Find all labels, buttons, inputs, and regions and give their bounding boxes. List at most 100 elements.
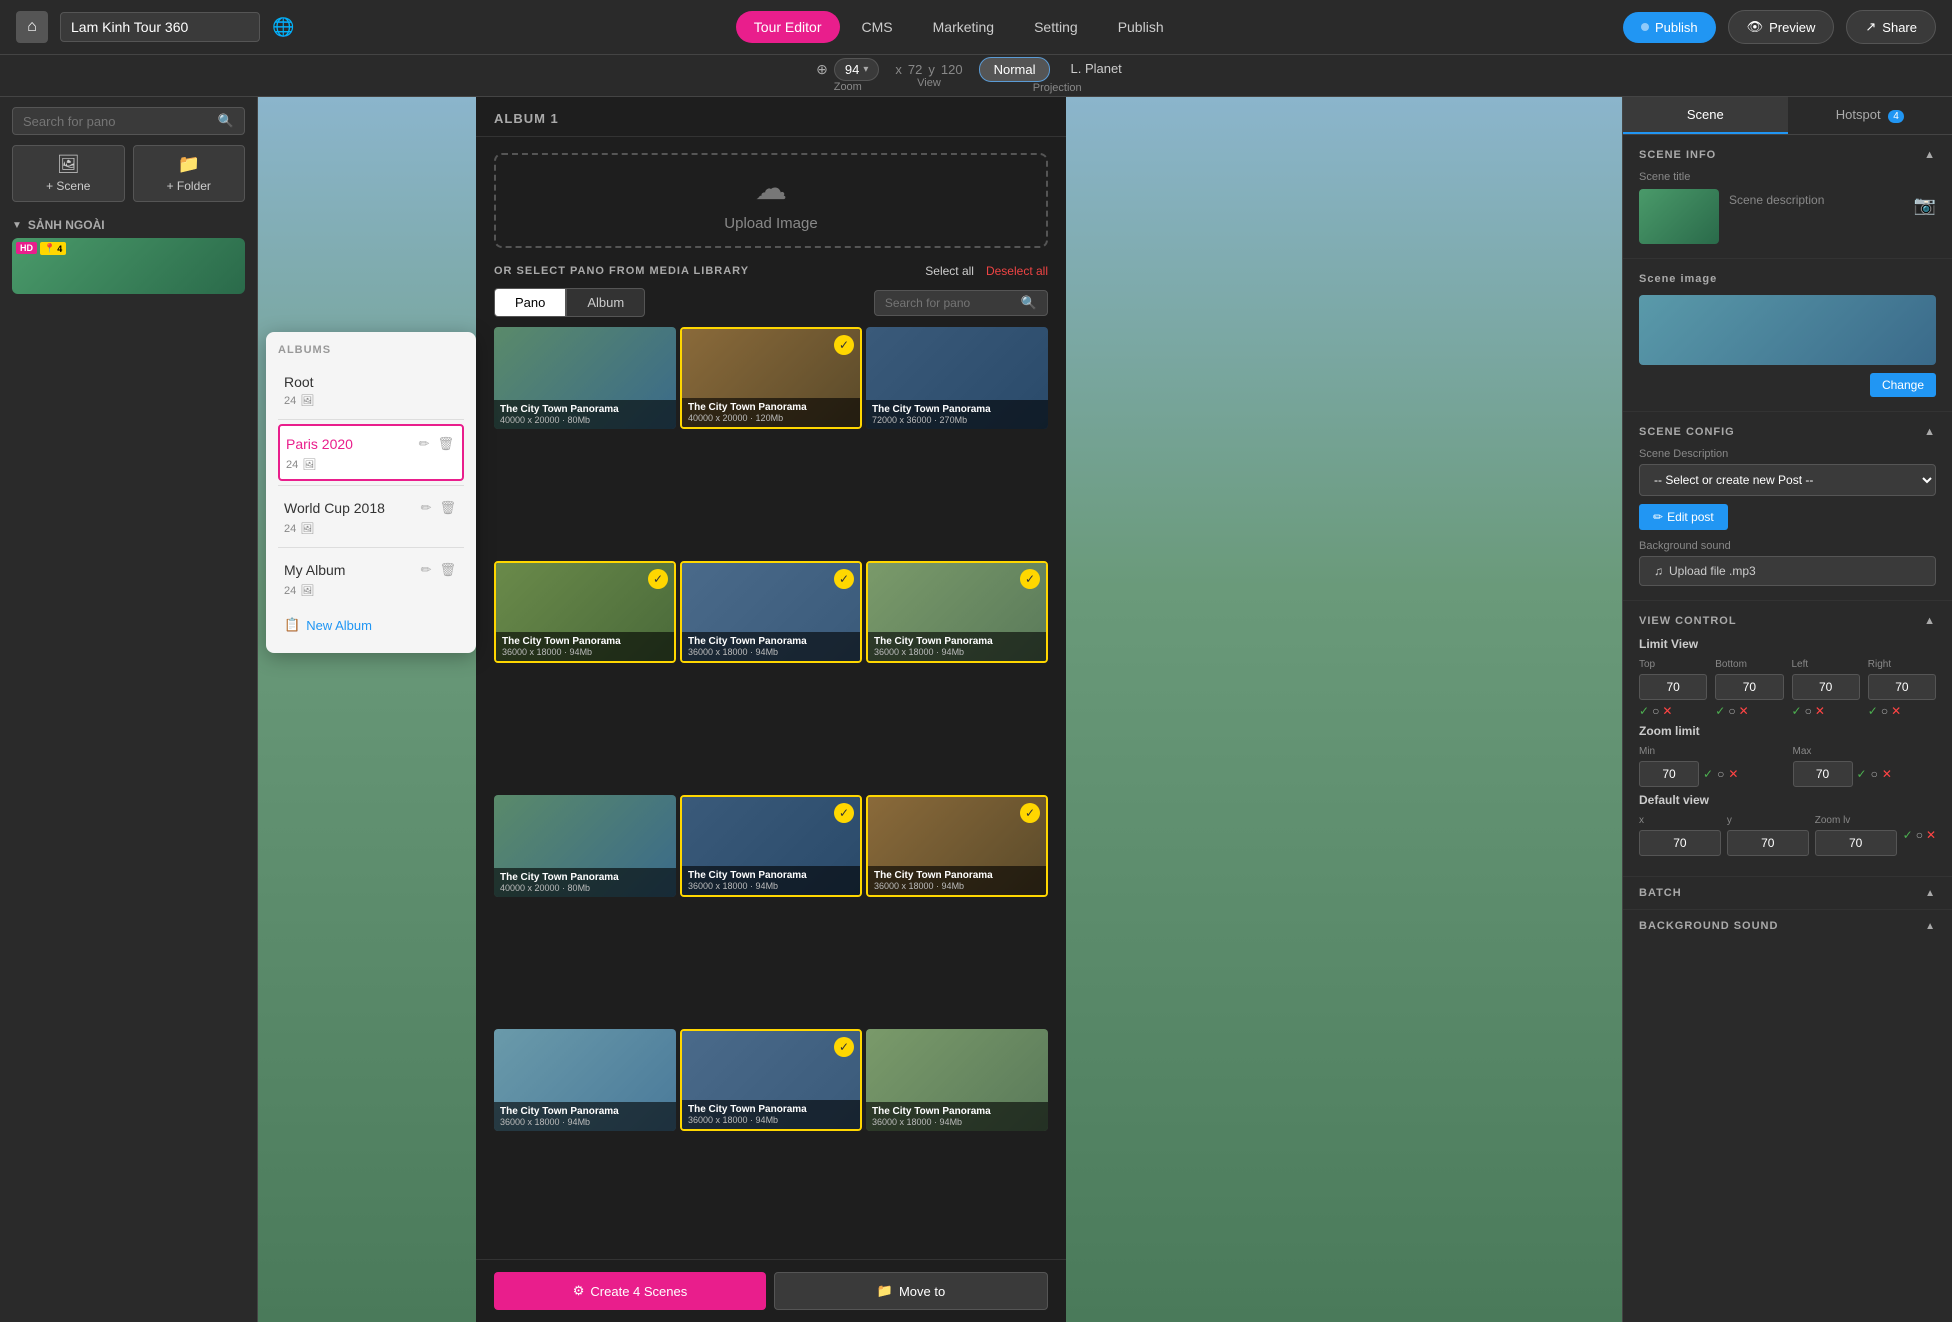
x-icon-default[interactable]: ✕ xyxy=(1926,828,1936,842)
circle-icon-zoom-min[interactable]: ○ xyxy=(1717,767,1724,781)
nav-tab-publish[interactable]: Publish xyxy=(1100,11,1182,43)
check-icon-default[interactable]: ✓ xyxy=(1903,828,1913,842)
x-icon-right[interactable]: ✕ xyxy=(1891,704,1901,718)
add-folder-button[interactable]: 📁 + Folder xyxy=(133,145,246,202)
tab-pano[interactable]: Pano xyxy=(494,288,566,317)
check-icon-zoom-min[interactable]: ✓ xyxy=(1703,767,1713,781)
album-item-myalbum[interactable]: My Album ✏ 🗑 24 🖼 xyxy=(278,552,464,605)
create-scenes-button[interactable]: ⚙ Create 4 Scenes xyxy=(494,1272,766,1310)
limit-left-input[interactable] xyxy=(1792,674,1860,700)
default-view-y-input[interactable] xyxy=(1727,830,1809,856)
collapse-config-icon[interactable]: ▲ xyxy=(1924,426,1936,438)
circle-icon-zoom-max[interactable]: ○ xyxy=(1871,767,1878,781)
delete-album-worldcup-button[interactable]: 🗑 xyxy=(437,498,458,518)
check-icon-bottom[interactable]: ✓ xyxy=(1715,704,1725,718)
tab-album[interactable]: Album xyxy=(566,288,645,317)
nav-tab-tour-editor[interactable]: Tour Editor xyxy=(736,11,840,43)
image-card-4[interactable]: ✓ The City Town Panorama 36000 x 18000 ·… xyxy=(680,561,862,663)
zoom-min-input[interactable] xyxy=(1639,761,1699,787)
projection-group: Normal L. Planet Projection xyxy=(979,57,1136,94)
nav-tab-setting[interactable]: Setting xyxy=(1016,11,1096,43)
search-input[interactable] xyxy=(23,114,212,129)
limit-bottom-input[interactable] xyxy=(1715,674,1783,700)
circle-icon-left[interactable]: ○ xyxy=(1805,704,1812,718)
nav-tab-marketing[interactable]: Marketing xyxy=(915,11,1012,43)
scene-thumbnail[interactable]: HD 📍 4 xyxy=(12,238,245,294)
image-title-5: The City Town Panorama xyxy=(874,636,1040,647)
album-item-paris[interactable]: Paris 2020 ✏ 🗑 24 🖼 xyxy=(278,424,464,481)
scene-image-section: Scene image Change xyxy=(1623,259,1952,412)
tour-title-input[interactable] xyxy=(60,12,260,42)
circle-icon-top[interactable]: ○ xyxy=(1652,704,1659,718)
image-card-8[interactable]: ✓ The City Town Panorama 36000 x 18000 ·… xyxy=(866,795,1048,897)
album-item-worldcup[interactable]: World Cup 2018 ✏ 🗑 24 🖼 xyxy=(278,490,464,543)
check-icon-right[interactable]: ✓ xyxy=(1868,704,1878,718)
globe-icon[interactable]: 🌐 xyxy=(272,17,294,38)
default-view-zoom-input[interactable] xyxy=(1815,830,1897,856)
tab-scene[interactable]: Scene xyxy=(1623,97,1788,134)
preview-button[interactable]: 👁 Preview xyxy=(1728,10,1835,44)
image-card-0[interactable]: The City Town Panorama 40000 x 20000 · 8… xyxy=(494,327,676,429)
deselect-all-button[interactable]: Deselect all xyxy=(986,264,1048,278)
x-icon-zoom-min[interactable]: ✕ xyxy=(1728,767,1738,781)
circle-icon-default[interactable]: ○ xyxy=(1916,828,1923,842)
circle-icon-bottom[interactable]: ○ xyxy=(1728,704,1735,718)
image-card-1[interactable]: ✓ The City Town Panorama 40000 x 20000 ·… xyxy=(680,327,862,429)
check-icon-left[interactable]: ✓ xyxy=(1792,704,1802,718)
upload-mp3-button[interactable]: ♫ Upload file .mp3 xyxy=(1639,556,1936,586)
image-card-5[interactable]: ✓ The City Town Panorama 36000 x 18000 ·… xyxy=(866,561,1048,663)
move-to-button[interactable]: 📁 Move to xyxy=(774,1272,1048,1310)
tab-group: Pano Album xyxy=(494,288,645,317)
search-pano-wrap[interactable]: 🔍 xyxy=(874,290,1048,316)
image-card-11[interactable]: The City Town Panorama 36000 x 18000 · 9… xyxy=(866,1029,1048,1131)
zoom-max-input[interactable] xyxy=(1793,761,1853,787)
planet-projection-btn[interactable]: L. Planet xyxy=(1056,57,1135,82)
collapse-view-icon[interactable]: ▲ xyxy=(1924,615,1936,627)
limit-top-input[interactable] xyxy=(1639,674,1707,700)
image-card-6[interactable]: The City Town Panorama 40000 x 20000 · 8… xyxy=(494,795,676,897)
bg-sound-label: Background sound xyxy=(1639,540,1936,552)
edit-post-button[interactable]: ✏ Edit post xyxy=(1639,504,1728,530)
check-icon-top[interactable]: ✓ xyxy=(1639,704,1649,718)
batch-title[interactable]: BATCH ▲ xyxy=(1639,887,1936,899)
search-pano-input[interactable] xyxy=(885,296,1015,310)
image-card-2[interactable]: The City Town Panorama 72000 x 36000 · 2… xyxy=(866,327,1048,429)
delete-album-paris-button[interactable]: 🗑 xyxy=(435,434,456,454)
default-view-x-input[interactable] xyxy=(1639,830,1721,856)
x-icon-bottom[interactable]: ✕ xyxy=(1739,704,1749,718)
collapse-icon[interactable]: ▲ xyxy=(1924,149,1936,161)
limit-right-input[interactable] xyxy=(1868,674,1936,700)
nav-tab-cms[interactable]: CMS xyxy=(844,11,911,43)
edit-album-paris-button[interactable]: ✏ xyxy=(417,434,432,454)
limit-top-controls: ✓ ○ ✕ xyxy=(1639,704,1707,718)
publish-button[interactable]: Publish xyxy=(1623,12,1716,43)
post-select[interactable]: -- Select or create new Post -- xyxy=(1639,464,1936,496)
bg-sound-title[interactable]: BACKGROUND SOUND ▲ xyxy=(1639,920,1936,932)
zoom-limit-label: Zoom limit xyxy=(1639,724,1936,738)
x-icon-left[interactable]: ✕ xyxy=(1815,704,1825,718)
album-item-root[interactable]: Root 24 🖼 xyxy=(278,366,464,415)
circle-icon-right[interactable]: ○ xyxy=(1881,704,1888,718)
x-icon-zoom-max[interactable]: ✕ xyxy=(1882,767,1892,781)
zoom-control[interactable]: 94 ▾ xyxy=(834,58,880,81)
image-card-9[interactable]: The City Town Panorama 36000 x 18000 · 9… xyxy=(494,1029,676,1131)
check-icon-zoom-max[interactable]: ✓ xyxy=(1857,767,1867,781)
add-scene-button[interactable]: 🖼 + Scene xyxy=(12,145,125,202)
upload-zone[interactable]: ☁ Upload Image xyxy=(494,153,1048,248)
delete-album-myalbum-button[interactable]: 🗑 xyxy=(437,560,458,580)
image-card-7[interactable]: ✓ The City Town Panorama 36000 x 18000 ·… xyxy=(680,795,862,897)
new-album-button[interactable]: 📋 New Album xyxy=(278,609,464,641)
edit-album-myalbum-button[interactable]: ✏ xyxy=(419,560,434,580)
tab-hotspot[interactable]: Hotspot 4 xyxy=(1788,97,1952,134)
search-wrap[interactable]: 🔍 xyxy=(12,107,245,135)
normal-projection-btn[interactable]: Normal xyxy=(979,57,1051,82)
select-all-button[interactable]: Select all xyxy=(925,264,974,278)
camera-icon[interactable]: 📷 xyxy=(1914,195,1936,216)
scene-info-row: Scene description 📷 xyxy=(1639,189,1936,244)
change-button[interactable]: Change xyxy=(1870,373,1936,397)
share-button[interactable]: ↗ Share xyxy=(1846,10,1936,44)
x-icon-top[interactable]: ✕ xyxy=(1662,704,1672,718)
edit-album-worldcup-button[interactable]: ✏ xyxy=(419,498,434,518)
image-card-10[interactable]: ✓ The City Town Panorama 36000 x 18000 ·… xyxy=(680,1029,862,1131)
image-card-3[interactable]: ✓ The City Town Panorama 36000 x 18000 ·… xyxy=(494,561,676,663)
